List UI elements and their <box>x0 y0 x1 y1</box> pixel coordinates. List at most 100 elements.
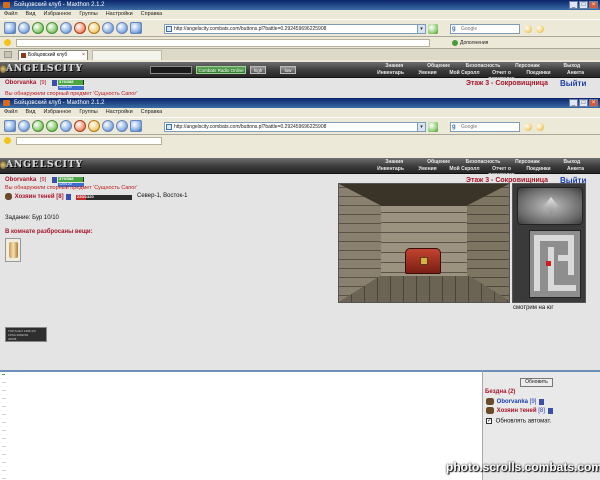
player-name[interactable]: Oborvanka <box>497 399 528 405</box>
refresh-button[interactable]: Обновить <box>520 378 553 387</box>
refresh-icon[interactable] <box>102 22 114 34</box>
menu-favorites[interactable]: Избранное <box>43 10 71 19</box>
menu-view-2[interactable]: Вид <box>26 108 36 117</box>
new-tab[interactable] <box>92 50 162 60</box>
addons-button[interactable]: Дополнения <box>452 39 488 47</box>
game-header: ANGELSCITY Знания Общение Безопасность П… <box>0 158 600 178</box>
counter-widget[interactable]: TOP.TodeX 1990 2/0 1PDA 2993204 40038 <box>5 327 47 342</box>
search-input[interactable]: g Google <box>450 24 520 34</box>
minimize-button[interactable]: _ <box>569 1 578 9</box>
search-input-2[interactable]: g Google <box>450 122 520 132</box>
search-icon-2[interactable] <box>524 123 532 131</box>
menu-file[interactable]: Файл <box>4 10 18 19</box>
address-dropdown-icon-2[interactable]: ▾ <box>417 123 425 131</box>
favorites-star-icon-2[interactable] <box>4 137 11 144</box>
game-logo-2[interactable]: ANGELSCITY <box>0 160 83 170</box>
stop-icon[interactable] <box>74 22 86 34</box>
menu-groups-2[interactable]: Группы <box>79 108 97 117</box>
monster-name[interactable]: Хозяин теней <box>15 194 55 200</box>
favorites-star-icon[interactable] <box>4 39 11 46</box>
home-alt-icon[interactable] <box>60 22 72 34</box>
dungeon-view[interactable] <box>338 183 510 303</box>
back-icon[interactable] <box>32 22 44 34</box>
new-page-icon-2[interactable] <box>4 120 16 132</box>
counter-line-3: 40038 <box>8 337 17 341</box>
search-icon[interactable] <box>524 25 532 33</box>
refresh-icon-2[interactable] <box>102 120 114 132</box>
screen-icon[interactable] <box>130 22 142 34</box>
menu-file-2[interactable]: Файл <box>4 108 18 117</box>
open-icon-2[interactable] <box>18 120 30 132</box>
menu-help[interactable]: Справка <box>141 10 163 19</box>
username-2[interactable]: Oborvanka <box>5 177 36 183</box>
stop-icon-2[interactable] <box>74 120 86 132</box>
history-icon-2[interactable] <box>116 120 128 132</box>
address-bar[interactable]: http://angelscity.combats.com/buttons.pl… <box>164 24 426 34</box>
links-area-2[interactable] <box>16 137 162 145</box>
address-dropdown-icon[interactable]: ▾ <box>417 25 425 33</box>
new-page-icon[interactable] <box>4 22 16 34</box>
menu-help-2[interactable]: Справка <box>141 108 163 117</box>
radio-low-button[interactable]: low <box>280 66 296 74</box>
player-info-icon[interactable] <box>539 398 545 405</box>
chat-area[interactable] <box>0 370 483 480</box>
go-icon-2[interactable] <box>428 122 438 132</box>
exit-link[interactable]: Выйти <box>560 79 586 88</box>
username[interactable]: Oborvanka <box>5 80 36 86</box>
close-button[interactable]: × <box>589 1 598 9</box>
minimize-button-2[interactable]: _ <box>569 99 578 107</box>
back-icon-2[interactable] <box>32 120 44 132</box>
player-info-icon[interactable] <box>547 407 553 414</box>
treasure-chest-icon[interactable] <box>405 248 441 274</box>
radio-volume-slider[interactable] <box>150 66 192 74</box>
home-icon-2[interactable] <box>88 120 100 132</box>
window-title-2: Бойцовский клуб - Maxthon 2.1.2 <box>14 100 105 106</box>
title-bar-2: Бойцовский клуб - Maxthon 2.1.2 _ □ × <box>0 98 600 108</box>
menu-settings-2[interactable]: Настройки <box>106 108 133 117</box>
maximize-button[interactable]: □ <box>579 1 588 9</box>
game-logo[interactable]: ANGELSCITY <box>0 64 83 74</box>
compass-navigation[interactable] <box>517 187 583 225</box>
forward-icon[interactable] <box>46 22 58 34</box>
monster-info-icon[interactable] <box>66 193 72 200</box>
address-bar-2[interactable]: http://angelscity.combats.com/buttons.pl… <box>164 122 426 132</box>
app-icon <box>3 2 10 8</box>
tab-combats[interactable]: Бойцовский клуб × <box>18 50 88 60</box>
open-icon[interactable] <box>18 22 30 34</box>
screen-icon-2[interactable] <box>130 120 142 132</box>
auto-refresh-option[interactable]: Обновлять автомат. <box>486 417 551 425</box>
close-button-2[interactable]: × <box>589 99 598 107</box>
monster-level: [8] <box>56 194 64 201</box>
history-icon[interactable] <box>116 22 128 34</box>
home-icon[interactable] <box>88 22 100 34</box>
highlight-icon[interactable] <box>536 25 544 33</box>
scroll-item-icon[interactable] <box>5 238 21 262</box>
menu-view[interactable]: Вид <box>26 10 36 19</box>
highlight-icon-2[interactable] <box>536 123 544 131</box>
go-icon[interactable] <box>428 24 438 34</box>
mp-bar: 120/120 <box>58 85 84 90</box>
player-icon <box>486 407 494 414</box>
player-marker-icon <box>546 261 551 266</box>
items-header: В комнате разбросаны вещи: <box>5 229 93 235</box>
home-alt-icon-2[interactable] <box>60 120 72 132</box>
radio-button[interactable]: Combats Radio Online <box>196 66 246 74</box>
auto-refresh-checkbox[interactable] <box>486 417 492 424</box>
menu-groups[interactable]: Группы <box>79 10 97 19</box>
monster-hp-value: 220/1320 <box>77 194 94 199</box>
map-area <box>529 230 581 298</box>
menu-settings[interactable]: Настройки <box>106 10 133 19</box>
radio-high-button[interactable]: high <box>250 66 266 74</box>
player-row[interactable]: Oborvanka [9] <box>486 398 545 405</box>
links-area[interactable] <box>16 39 430 47</box>
page-icon-2 <box>166 124 172 130</box>
menu-favorites-2[interactable]: Избранное <box>43 108 71 117</box>
watermark: photo.scrolls.combats.com <box>446 460 600 474</box>
forward-icon-2[interactable] <box>46 120 58 132</box>
player-row[interactable]: Хозяин теней [8] <box>486 407 553 414</box>
tab-close-icon[interactable]: × <box>82 51 85 60</box>
tab-bar: Бойцовский клуб × <box>0 49 600 60</box>
player-name[interactable]: Хозяин теней <box>497 408 537 414</box>
tab-menu-icon[interactable] <box>4 51 12 58</box>
maximize-button-2[interactable]: □ <box>579 99 588 107</box>
